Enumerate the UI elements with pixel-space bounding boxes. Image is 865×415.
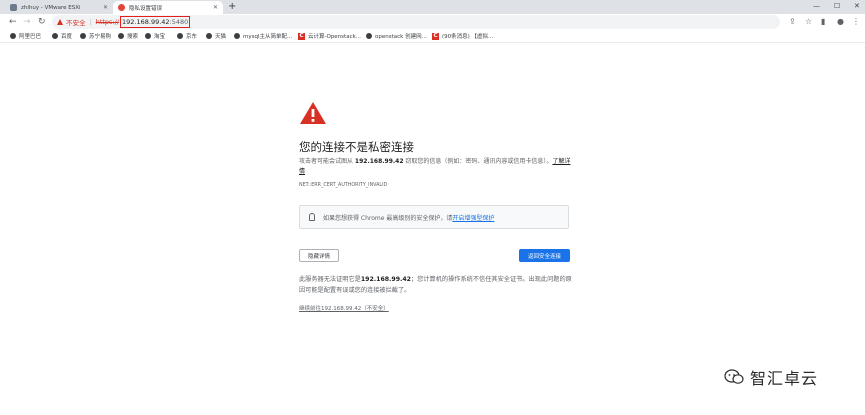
bookmark-item[interactable]: openstack 创建网... bbox=[366, 32, 427, 40]
tab-strip: zhihuy - VMware ESXi ✕ 隐私设置错误 ✕ + — ☐ ✕ bbox=[0, 0, 865, 14]
share-icon[interactable]: ⇪ bbox=[789, 17, 796, 27]
bookmark-item[interactable]: 京东 bbox=[177, 32, 197, 40]
globe-icon bbox=[177, 33, 183, 39]
window-close-icon[interactable]: ✕ bbox=[854, 1, 860, 12]
globe-icon bbox=[206, 33, 212, 39]
bookmark-item[interactable]: C 云计算-Openstack... bbox=[298, 32, 361, 40]
bookmarks-bar: 阿里巴巴 百度 苏宁易购 搜索 淘宝 京东 天猫 mysql主从简单配... C… bbox=[0, 30, 865, 43]
url-scheme: https:// bbox=[95, 18, 120, 26]
proceed-unsafe-link[interactable]: 继续前往192.168.99.42（不安全） bbox=[299, 304, 389, 312]
menu-icon[interactable]: ⋮ bbox=[852, 17, 860, 27]
sidebar-icon[interactable]: ▮ bbox=[821, 17, 825, 27]
globe-icon bbox=[10, 33, 16, 39]
bookmark-item[interactable]: 苏宁易购 bbox=[80, 32, 111, 40]
enhanced-protection-banner: 如果您想获得 Chrome 最高级别的安全保护，请 开启增强型保护 bbox=[299, 205, 569, 229]
back-to-safety-button[interactable]: 返回安全连接 bbox=[519, 249, 570, 262]
star-icon[interactable]: ☆ bbox=[805, 17, 812, 27]
bookmark-item[interactable]: 天猫 bbox=[206, 32, 226, 40]
minimize-icon[interactable]: — bbox=[813, 1, 820, 12]
bookmark-item[interactable]: C (90条消息) 【虚拟... bbox=[432, 32, 493, 40]
bookmark-item[interactable]: mysql主从简单配... bbox=[234, 32, 292, 40]
globe-icon bbox=[52, 33, 58, 39]
url-separator: | bbox=[89, 18, 92, 26]
bookmark-item[interactable]: 百度 bbox=[52, 32, 72, 40]
bookmark-item[interactable]: 阿里巴巴 bbox=[10, 32, 41, 40]
close-icon[interactable]: ✕ bbox=[213, 4, 218, 11]
reload-icon[interactable]: ↻ bbox=[38, 16, 46, 28]
url-host: 192.168.99.42 bbox=[122, 18, 170, 26]
warning-body: 攻击者可能会试图从 192.168.99.42 窃取您的信息（例如：密码、通讯内… bbox=[299, 158, 571, 175]
error-code: NET::ERR_CERT_AUTHORITY_INVALID bbox=[299, 183, 388, 188]
hide-details-button[interactable]: 隐藏详情 bbox=[299, 249, 339, 262]
page-title: 您的连接不是私密连接 bbox=[299, 140, 414, 154]
address-bar[interactable]: 不安全 | https:// 192.168.99.42:5480 bbox=[52, 15, 780, 29]
new-tab-icon[interactable]: + bbox=[228, 1, 236, 13]
bookmark-item[interactable]: 淘宝 bbox=[145, 32, 165, 40]
tab-title: zhihuy - VMware ESXi bbox=[21, 4, 81, 11]
watermark: 智汇卓云 bbox=[724, 365, 818, 389]
globe-icon bbox=[118, 33, 124, 39]
csdn-icon: C bbox=[298, 32, 305, 40]
bookmark-item[interactable]: 搜索 bbox=[118, 32, 138, 40]
error-favicon-icon bbox=[118, 4, 125, 11]
tab-vmware[interactable]: zhihuy - VMware ESXi ✕ bbox=[5, 1, 113, 14]
enhanced-protection-link[interactable]: 开启增强型保护 bbox=[452, 213, 494, 222]
vmware-favicon-icon bbox=[10, 4, 17, 11]
url-host-highlight: 192.168.99.42:5480 bbox=[120, 16, 191, 28]
globe-icon bbox=[80, 33, 86, 39]
profile-icon[interactable]: ● bbox=[837, 17, 844, 27]
browser-window: zhihuy - VMware ESXi ✕ 隐私设置错误 ✕ + — ☐ ✕ … bbox=[0, 0, 865, 415]
maximize-icon[interactable]: ☐ bbox=[834, 1, 840, 12]
globe-icon bbox=[234, 33, 240, 39]
lightbulb-icon bbox=[309, 213, 315, 221]
watermark-text: 智汇卓云 bbox=[750, 369, 819, 388]
globe-icon bbox=[145, 33, 151, 39]
tab-title: 隐私设置错误 bbox=[129, 5, 163, 12]
wechat-icon bbox=[724, 369, 744, 384]
url-port: :5480 bbox=[169, 18, 189, 26]
toolbar: ← → ↻ 不安全 | https:// 192.168.99.42:5480 … bbox=[0, 14, 865, 30]
tab-privacy-error[interactable]: 隐私设置错误 ✕ bbox=[113, 1, 223, 14]
forward-arrow-icon[interactable]: → bbox=[23, 16, 31, 28]
not-secure-label[interactable]: 不安全 bbox=[66, 17, 86, 27]
back-arrow-icon[interactable]: ← bbox=[9, 16, 17, 28]
details-text: 此服务器无法证明它是192.168.99.42；您计算机的操作系统不信任其安全证… bbox=[299, 276, 572, 294]
interstitial-page: 您的连接不是私密连接 攻击者可能会试图从 192.168.99.42 窃取您的信… bbox=[0, 44, 865, 415]
globe-icon bbox=[366, 33, 372, 39]
close-icon[interactable]: ✕ bbox=[103, 4, 108, 11]
warning-triangle-icon bbox=[300, 102, 326, 124]
warning-icon[interactable] bbox=[57, 19, 63, 25]
csdn-icon: C bbox=[432, 32, 439, 40]
